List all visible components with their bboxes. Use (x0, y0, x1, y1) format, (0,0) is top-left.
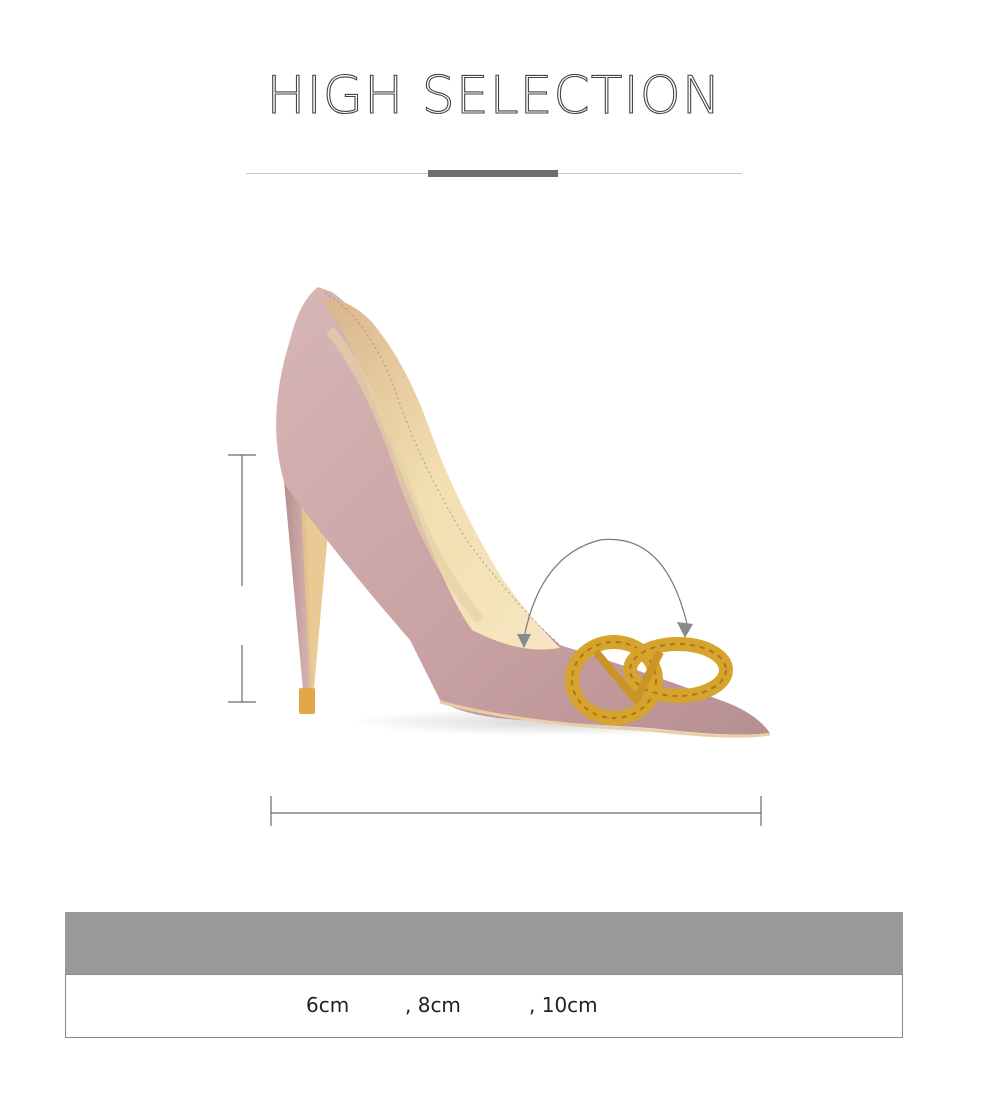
heel-option-8cm: , 8cm (405, 993, 461, 1017)
heel-options-panel: 6cm , 8cm , 10cm (65, 974, 903, 1038)
curved-arrow (523, 538, 688, 639)
arrow-head-right (677, 622, 693, 638)
product-illustration (228, 287, 771, 826)
height-dimension-line (228, 454, 256, 703)
heel-tip (299, 688, 315, 714)
length-dimension-line (270, 796, 762, 826)
heel-option-10cm: , 10cm (529, 993, 598, 1017)
heel-options-header (65, 912, 903, 974)
heel-option-6cm: 6cm (306, 993, 350, 1017)
